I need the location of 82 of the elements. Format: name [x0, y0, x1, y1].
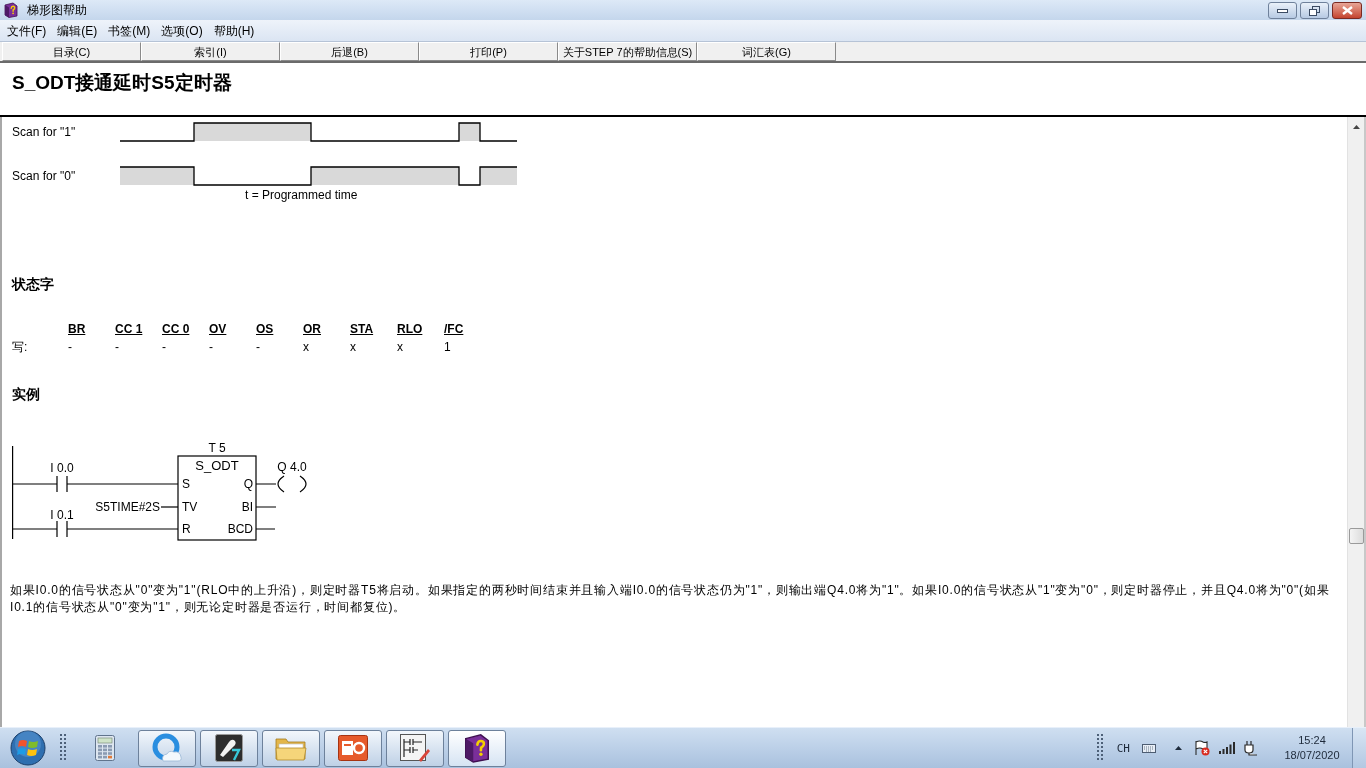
signal-label: Scan for "1" — [12, 125, 77, 139]
help-nav-button[interactable]: 关于STEP 7的帮助信息(S) — [558, 42, 697, 61]
restore-icon — [1309, 5, 1320, 16]
slideshow-icon — [338, 735, 368, 761]
status-bit-header: OV — [209, 322, 227, 336]
menu-item[interactable]: 编辑(E) — [53, 22, 102, 39]
circuit-sheet-icon — [400, 734, 430, 762]
section-heading: 实例 — [12, 385, 40, 403]
timing-caption: t = Programmed time — [245, 188, 358, 202]
menu-item[interactable]: 文件(F) — [3, 22, 51, 39]
help-book-icon — [462, 733, 492, 763]
status-bit-header: OS — [256, 322, 274, 336]
status-bit-value: x — [350, 340, 356, 354]
help-nav-button[interactable]: 词汇表(G) — [697, 42, 836, 61]
scroll-up-arrow-icon[interactable] — [1352, 125, 1360, 129]
contact-address-label: I 0.1 — [50, 508, 74, 522]
four-pane-flag-orb-icon — [10, 730, 46, 766]
restore-button[interactable] — [1300, 2, 1329, 19]
window-title: 梯形图帮助 — [27, 3, 87, 17]
status-bit-header: CC 1 — [115, 322, 143, 336]
power-plug-icon[interactable] — [1244, 740, 1258, 756]
status-bit-value: - — [115, 340, 119, 354]
minimize-button[interactable] — [1268, 2, 1297, 19]
row-label: 写: — [12, 340, 28, 354]
status-bit-value: - — [68, 340, 72, 354]
signal-bars-icon[interactable] — [1219, 742, 1235, 754]
taskbar-button[interactable] — [386, 729, 444, 767]
calculator-icon — [95, 735, 115, 761]
taskbar-button[interactable] — [200, 729, 258, 767]
caret-up-icon — [1174, 746, 1182, 750]
keyboard-icon[interactable] — [1142, 743, 1156, 753]
grip-handle-icon — [60, 734, 66, 762]
output-pin-label: BCD — [227, 522, 253, 536]
taskbar-button[interactable] — [448, 729, 506, 767]
status-bit-value: - — [256, 340, 260, 354]
menu-item[interactable]: 帮助(H) — [209, 22, 259, 39]
status-bit-value: 1 — [444, 340, 451, 354]
menu-item[interactable]: 选项(O) — [157, 22, 207, 39]
scrollbar-thumb[interactable] — [1348, 528, 1364, 544]
flag-with-x-icon[interactable] — [1194, 740, 1210, 756]
help-nav-button[interactable]: 目录(C) — [2, 42, 141, 61]
status-bit-value: x — [303, 340, 309, 354]
pen-tile-icon — [215, 734, 243, 762]
coil-address-label: Q 4.0 — [277, 460, 307, 474]
help-nav-button[interactable]: 索引(I) — [141, 42, 280, 61]
taskbar-button[interactable] — [324, 729, 382, 767]
status-bit-value: - — [209, 340, 213, 354]
status-bit-header: /FC — [444, 322, 464, 336]
description-text: 如果I0.0的信号状态从"0"变为"1"(RLO中的上升沿)，则定时器T5将启动。如果指定的两秒时间结束并且输入端I0.0的信号状态仍为"1"，则输出端Q4.0将为"1"。如果I0.0的信号状态从"1"变为"0"，则定时器停止，并且Q4.0将为"0"(如果I0.1的信号状态从"0"变为"1"，则无论定时器是否运行，时间都复位)。 — [10, 582, 1331, 616]
preset-value-label: S5TIME#2S — [95, 500, 160, 514]
minimize-icon — [1277, 8, 1288, 13]
status-bit-header: OR — [303, 322, 321, 336]
menu-item[interactable]: 书签(M) — [104, 22, 155, 39]
start-button[interactable] — [8, 729, 48, 767]
status-bit-header: STA — [350, 322, 374, 336]
input-pin-label: R — [182, 522, 191, 536]
close-button[interactable] — [1332, 2, 1362, 19]
help-nav-button[interactable]: 后退(B) — [280, 42, 419, 61]
input-pin-label: S — [182, 477, 190, 491]
output-pin-label: Q — [243, 477, 253, 491]
status-bit-header: RLO — [397, 322, 423, 336]
clock-button[interactable]: 15:24 18/07/2020 — [1282, 733, 1342, 763]
timer-number-label: T 5 — [208, 441, 226, 455]
section-heading: 状态字 — [12, 275, 54, 293]
status-bit-header: BR — [68, 322, 86, 336]
status-bit-value: x — [397, 340, 403, 354]
status-bit-value: - — [162, 340, 166, 354]
block-type-label: S_ODT — [195, 458, 239, 473]
grip-handle-icon — [1096, 734, 1103, 762]
contact-address-label: I 0.0 — [50, 461, 74, 475]
input-language-indicator[interactable]: CH — [1116, 741, 1130, 755]
topic-title: S_ODT接通延时S5定时器 — [12, 71, 232, 95]
help-nav-button[interactable]: 打印(P) — [419, 42, 558, 61]
vertical-scrollbar[interactable] — [1347, 117, 1364, 727]
folder-icon — [275, 735, 307, 761]
close-icon — [1341, 6, 1353, 15]
input-pin-label: TV — [182, 500, 198, 514]
output-pin-label: BI — [241, 500, 253, 514]
status-bit-header: CC 0 — [162, 322, 190, 336]
help-book-icon — [3, 2, 19, 18]
signal-label: Scan for "0" — [12, 169, 77, 183]
ring-cloud-icon — [151, 733, 183, 763]
